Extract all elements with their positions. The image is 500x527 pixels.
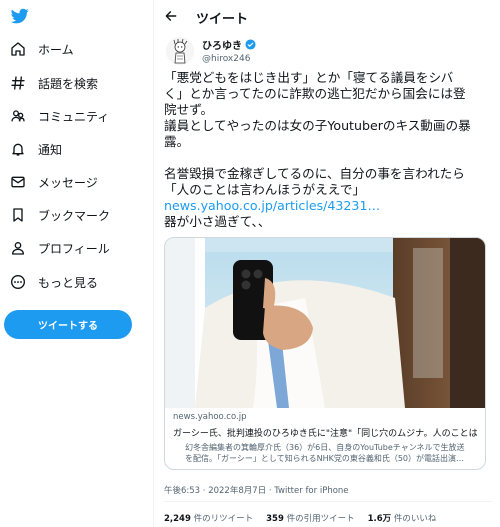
stat-label: 件のいいね xyxy=(393,514,437,524)
sidebar-item-explore[interactable]: 話題を検索 xyxy=(9,71,98,95)
tweet-author[interactable]: ひろゆき @hirox246 xyxy=(166,37,256,67)
more-icon xyxy=(9,273,27,291)
sidebar-item-label: プロフィール xyxy=(38,241,110,256)
tweet-line: 院せず。 xyxy=(164,102,214,117)
tweet-line: 「人のことは言わんほうがええで」 xyxy=(164,182,366,197)
tweet-link[interactable]: news.yahoo.co.jp/articles/43231… xyxy=(164,198,496,214)
author-name-row: ひろゆき xyxy=(202,37,256,52)
verified-badge-icon xyxy=(245,39,256,50)
stat-count: 1.6万 xyxy=(367,514,392,524)
sidebar-item-label: もっと見る xyxy=(38,275,99,290)
bell-icon xyxy=(9,140,27,158)
sidebar-item-home[interactable]: ホーム xyxy=(9,37,74,61)
envelope-icon xyxy=(9,173,27,191)
tweet-line: 議員としてやったのは女の子Youtuberのキス動画の暴 xyxy=(164,118,471,133)
tweet-button[interactable]: ツイートする xyxy=(4,310,132,339)
sidebar-item-label: 話題を検索 xyxy=(38,76,99,91)
tweet-text: 「悪党どもをはじき出す」とか「寝てる議員をシバ く」とか言ってたのに詐欺の逃亡犯… xyxy=(164,70,496,230)
stat-count: 2,249 xyxy=(164,514,191,524)
page-title: ツイート xyxy=(196,12,249,27)
link-preview-card[interactable]: news.yahoo.co.jp ガーシー氏、批判連投のひろゆき氏に"注意"「同… xyxy=(164,237,486,470)
card-domain: news.yahoo.co.jp xyxy=(173,412,247,422)
author-handle: @hirox246 xyxy=(202,54,251,64)
avatar[interactable] xyxy=(166,37,194,65)
tweet-stats: 2,249 件のリツイート 359 件の引用ツイート 1.6万 件のいいね xyxy=(164,512,449,524)
sidebar-item-label: 通知 xyxy=(38,142,63,157)
tweet-line: 器が小さ過ぎて、、 xyxy=(164,214,271,229)
sidebar-item-notifications[interactable]: 通知 xyxy=(9,137,62,161)
back-arrow-icon[interactable] xyxy=(164,9,178,23)
sidebar-item-profile[interactable]: プロフィール xyxy=(9,236,110,260)
author-name: ひろゆき xyxy=(202,41,242,52)
stat-count: 359 xyxy=(266,514,284,524)
sidebar-item-label: コミュニティ xyxy=(38,109,110,124)
twitter-logo-icon[interactable] xyxy=(10,7,30,25)
card-title: ガーシー氏、批判連投のひろゆき氏に"注意"「同じ穴のムジナ。人のことは言… xyxy=(173,429,477,439)
bookmark-icon xyxy=(9,206,27,224)
hashtag-icon xyxy=(9,74,27,92)
tweet-detail-column: ツイート ひろゆき @hirox246 「悪党どもをはじき出す」とか「寝てる議員… xyxy=(153,0,500,527)
sidebar-item-more[interactable]: もっと見る xyxy=(9,270,98,294)
tweet-line: く」とか言ってたのに詐欺の逃亡犯だから国会には登 xyxy=(164,86,466,101)
like-count[interactable]: 1.6万 件のいいね xyxy=(368,512,437,524)
card-image xyxy=(165,238,485,408)
card-description: 幻冬舎編集者の箕輪厚介氏（36）が6日、自身のYouTubeチャンネルで生放送 … xyxy=(173,442,477,464)
retweet-count[interactable]: 2,249 件のリツイート xyxy=(164,512,253,524)
stat-label: 件の引用ツイート xyxy=(286,514,355,524)
tweet-line: 名誉毀損で金稼ぎしてるのに、自分の事を言われたら xyxy=(164,166,465,181)
card-description-line: を配信。「ガーシー」として知られるNHK党の東谷義和氏（50）が電話出演… xyxy=(185,454,465,463)
sidebar: ホーム 話題を検索 コミュニティ 通知 メッセージ ブックマーク プロフィール … xyxy=(0,0,152,527)
sidebar-item-bookmarks[interactable]: ブックマーク xyxy=(9,203,110,227)
card-description-line: 幻冬舎編集者の箕輪厚介氏（36）が6日、自身のYouTubeチャンネルで生放送 xyxy=(185,443,465,452)
people-icon xyxy=(9,107,27,125)
stat-label: 件のリツイート xyxy=(193,514,254,524)
avatar-illustration-icon xyxy=(166,37,194,65)
person-icon xyxy=(9,239,27,257)
tweet-line: 「悪党どもをはじき出す」とか「寝てる議員をシバ xyxy=(164,70,454,85)
sidebar-item-messages[interactable]: メッセージ xyxy=(9,170,98,194)
sidebar-item-communities[interactable]: コミュニティ xyxy=(9,104,109,128)
home-icon xyxy=(9,40,27,58)
sidebar-item-label: ホーム xyxy=(38,42,74,57)
sidebar-item-label: メッセージ xyxy=(38,175,98,190)
tweet-line: 露。 xyxy=(164,134,190,149)
divider xyxy=(164,501,492,502)
sidebar-item-label: ブックマーク xyxy=(38,208,111,223)
header: ツイート xyxy=(154,0,500,32)
tweet-timestamp[interactable]: 午後6:53 · 2022年8月7日 · Twitter for iPhone xyxy=(164,484,349,496)
quote-count[interactable]: 359 件の引用ツイート xyxy=(266,512,354,524)
